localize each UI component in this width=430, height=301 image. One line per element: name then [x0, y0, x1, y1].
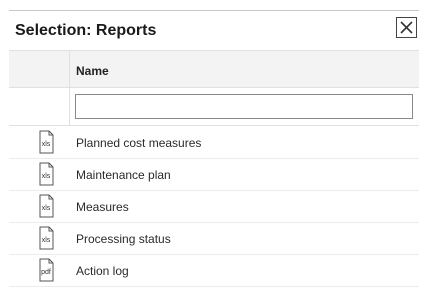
column-header-name[interactable]: Name — [76, 64, 109, 78]
xls-file-icon: xls — [39, 226, 54, 250]
list-item[interactable]: xls Planned cost measures — [9, 127, 419, 159]
report-name: Planned cost measures — [76, 136, 202, 150]
column-divider — [69, 88, 70, 125]
table-header: Name — [9, 50, 419, 88]
close-button[interactable] — [396, 17, 417, 38]
file-type-label: pdf — [41, 269, 51, 276]
file-type-label: xls — [42, 173, 51, 180]
pdf-file-icon: pdf — [39, 258, 54, 282]
report-name: Maintenance plan — [76, 168, 171, 182]
filter-row — [9, 88, 419, 126]
file-type-label: xls — [42, 237, 51, 244]
xls-file-icon: xls — [39, 130, 54, 154]
file-type-label: xls — [42, 141, 51, 148]
close-icon — [400, 21, 413, 34]
column-divider — [69, 51, 70, 87]
list-item[interactable]: pdf Action log — [9, 255, 419, 287]
report-list: xls Planned cost measures xls Maintenance p… — [9, 127, 419, 287]
list-item[interactable]: xls Measures — [9, 191, 419, 223]
report-name: Action log — [76, 264, 129, 278]
list-item[interactable]: xls Processing status — [9, 223, 419, 255]
dialog-title: Selection: Reports — [15, 22, 157, 39]
xls-file-icon: xls — [39, 162, 54, 186]
selection-dialog: Selection: Reports Name xls Planned cost … — [9, 10, 419, 290]
name-filter-input[interactable] — [75, 94, 413, 119]
report-name: Measures — [76, 200, 129, 214]
file-type-label: xls — [42, 205, 51, 212]
list-item[interactable]: xls Maintenance plan — [9, 159, 419, 191]
top-divider — [9, 10, 419, 11]
report-name: Processing status — [76, 232, 171, 246]
xls-file-icon: xls — [39, 194, 54, 218]
